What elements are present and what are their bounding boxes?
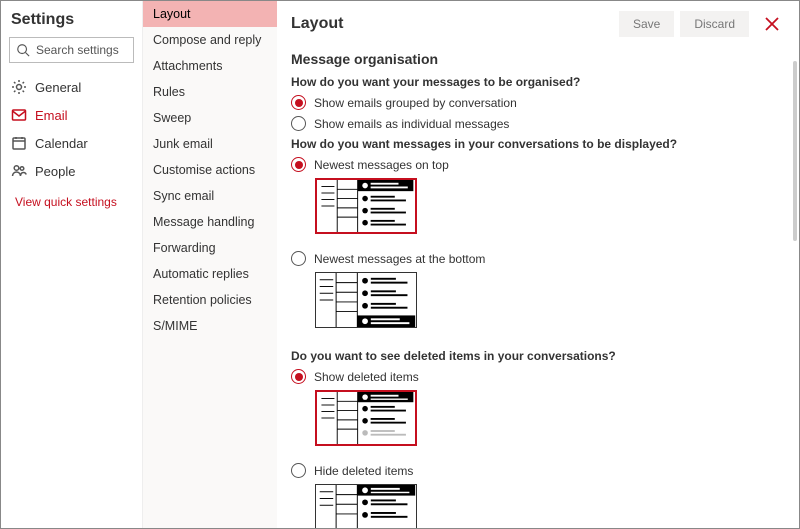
radio-icon — [291, 157, 306, 172]
preview-newest-at-bottom — [315, 272, 417, 328]
search-icon — [16, 43, 30, 57]
calendar-icon — [11, 135, 27, 151]
category-general[interactable]: General — [9, 73, 134, 101]
subnav-layout[interactable]: Layout — [143, 1, 277, 27]
people-icon — [11, 163, 27, 179]
settings-category-sidebar: Settings Search settings General Email C… — [1, 1, 143, 528]
subnav-rules[interactable]: Rules — [143, 79, 277, 105]
subnav-attachments[interactable]: Attachments — [143, 53, 277, 79]
subnav-junk-email[interactable]: Junk email — [143, 131, 277, 157]
category-email[interactable]: Email — [9, 101, 134, 129]
question-display-order: How do you want messages in your convers… — [291, 137, 785, 151]
save-button[interactable]: Save — [619, 11, 674, 37]
radio-icon — [291, 95, 306, 110]
preview-hide-deleted — [315, 484, 417, 528]
radio-hide-deleted[interactable]: Hide deleted items — [291, 463, 785, 478]
radio-label: Hide deleted items — [314, 464, 413, 478]
preview-newest-on-top — [315, 178, 417, 234]
category-label: Email — [35, 108, 68, 123]
category-label: People — [35, 164, 75, 179]
discard-button[interactable]: Discard — [680, 11, 749, 37]
settings-subnav: Layout Compose and reply Attachments Rul… — [143, 1, 277, 528]
page-heading: Layout — [291, 15, 613, 33]
search-input[interactable]: Search settings — [9, 37, 134, 63]
radio-individual-messages[interactable]: Show emails as individual messages — [291, 116, 785, 131]
radio-label: Newest messages at the bottom — [314, 252, 485, 266]
radio-label: Newest messages on top — [314, 158, 449, 172]
radio-newest-at-bottom[interactable]: Newest messages at the bottom — [291, 251, 785, 266]
radio-show-deleted[interactable]: Show deleted items — [291, 369, 785, 384]
subnav-forwarding[interactable]: Forwarding — [143, 235, 277, 261]
gear-icon — [11, 79, 27, 95]
radio-grouped-by-conversation[interactable]: Show emails grouped by conversation — [291, 95, 785, 110]
close-icon — [765, 17, 779, 31]
mail-icon — [11, 107, 27, 123]
subnav-smime[interactable]: S/MIME — [143, 313, 277, 339]
subnav-sweep[interactable]: Sweep — [143, 105, 277, 131]
subnav-automatic-replies[interactable]: Automatic replies — [143, 261, 277, 287]
question-organise: How do you want your messages to be orga… — [291, 75, 785, 89]
radio-newest-on-top[interactable]: Newest messages on top — [291, 157, 785, 172]
subnav-customise-actions[interactable]: Customise actions — [143, 157, 277, 183]
category-label: Calendar — [35, 136, 88, 151]
radio-label: Show deleted items — [314, 370, 419, 384]
settings-main: Layout Save Discard Message organisation… — [277, 1, 799, 528]
radio-icon — [291, 251, 306, 266]
subnav-message-handling[interactable]: Message handling — [143, 209, 277, 235]
category-label: General — [35, 80, 81, 95]
category-calendar[interactable]: Calendar — [9, 129, 134, 157]
settings-title: Settings — [9, 9, 134, 37]
close-button[interactable] — [759, 11, 785, 37]
section-message-organisation: Message organisation — [291, 51, 785, 67]
search-placeholder: Search settings — [36, 43, 119, 57]
radio-label: Show emails grouped by conversation — [314, 96, 517, 110]
preview-show-deleted — [315, 390, 417, 446]
radio-icon — [291, 369, 306, 384]
category-people[interactable]: People — [9, 157, 134, 185]
radio-icon — [291, 116, 306, 131]
subnav-compose-and-reply[interactable]: Compose and reply — [143, 27, 277, 53]
subnav-retention-policies[interactable]: Retention policies — [143, 287, 277, 313]
radio-icon — [291, 463, 306, 478]
view-quick-settings-link[interactable]: View quick settings — [9, 185, 134, 209]
question-deleted-items: Do you want to see deleted items in your… — [291, 349, 785, 363]
radio-label: Show emails as individual messages — [314, 117, 509, 131]
subnav-sync-email[interactable]: Sync email — [143, 183, 277, 209]
